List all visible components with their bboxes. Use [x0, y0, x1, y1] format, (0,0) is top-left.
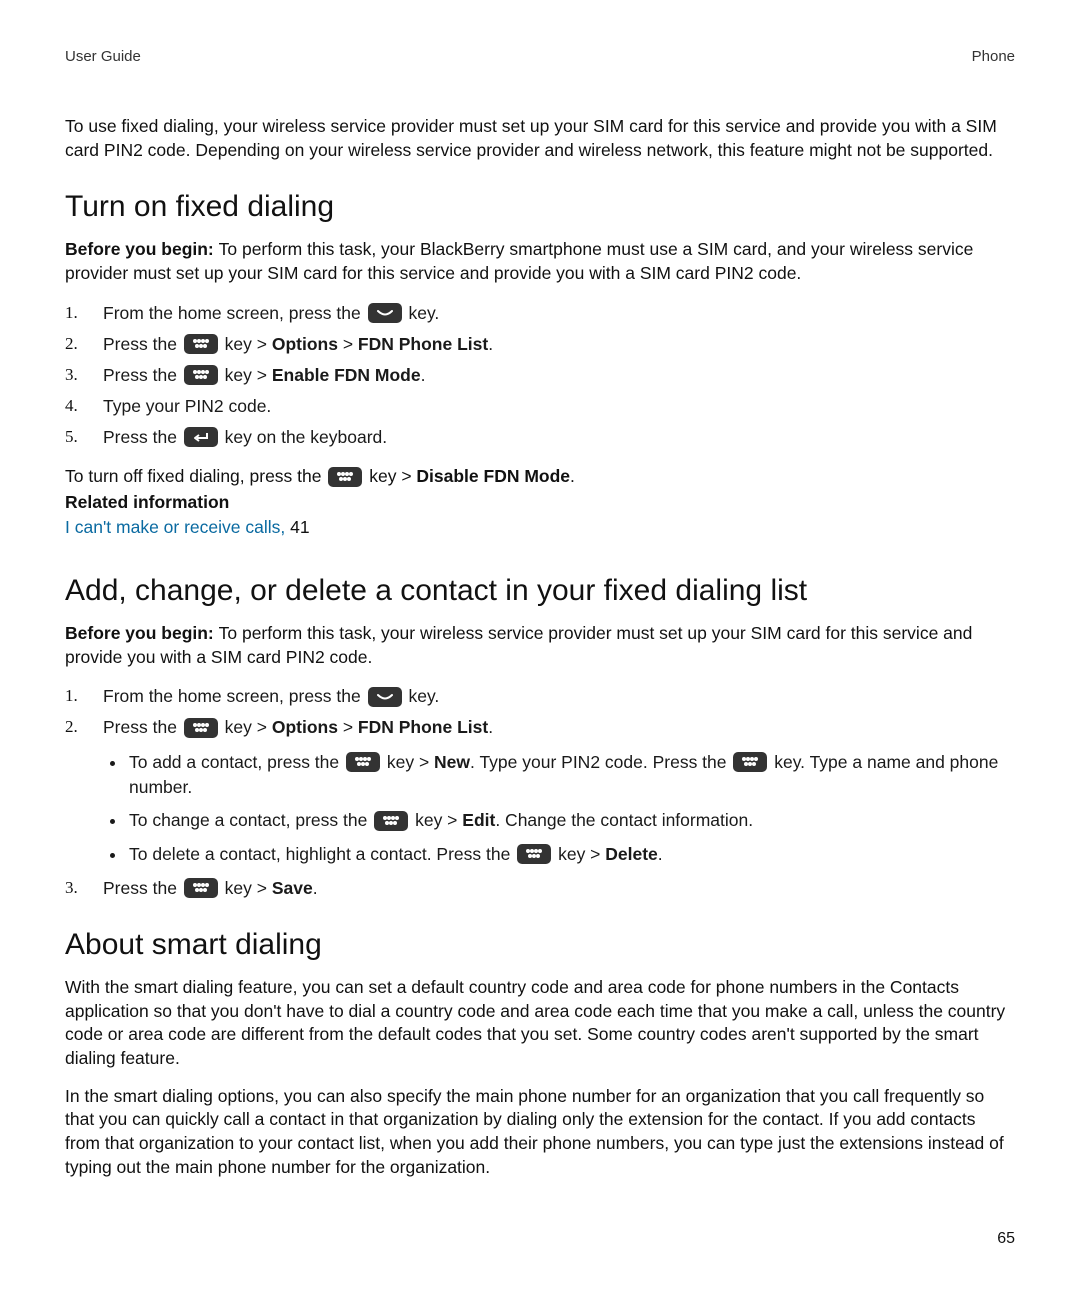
section2-bullet-add: To add a contact, press the key > New. T…	[127, 750, 1015, 801]
section1-step-1: From the home screen, press the key.	[65, 300, 1015, 327]
menu-key-icon	[184, 365, 218, 385]
page-number: 65	[997, 1230, 1015, 1248]
section2-step-1: From the home screen, press the key.	[65, 683, 1015, 710]
before-label: Before you begin:	[65, 239, 219, 259]
menu-key-icon	[346, 752, 380, 772]
enter-key-icon	[184, 427, 218, 447]
section1-steps: From the home screen, press the key. Pre…	[65, 300, 1015, 452]
page: User Guide Phone To use fixed dialing, y…	[0, 0, 1080, 1296]
section1-before: Before you begin: To perform this task, …	[65, 238, 1015, 285]
section2-bullet-delete: To delete a contact, highlight a contact…	[127, 842, 1015, 867]
section3-title: About smart dialing	[65, 928, 1015, 962]
related-info-label: Related information	[65, 491, 1015, 515]
menu-key-icon	[184, 718, 218, 738]
section2-bullet-change: To change a contact, press the key > Edi…	[127, 808, 1015, 833]
section1-title: Turn on fixed dialing	[65, 190, 1015, 224]
section2-steps: From the home screen, press the key. Pre…	[65, 683, 1015, 902]
menu-key-icon	[733, 752, 767, 772]
menu-key-icon	[374, 811, 408, 831]
menu-key-icon	[184, 334, 218, 354]
related-link[interactable]: I can't make or receive calls,	[65, 517, 290, 537]
section1-step-3: Press the key > Enable FDN Mode.	[65, 362, 1015, 389]
section2-before: Before you begin: To perform this task, …	[65, 622, 1015, 669]
section1-step-5: Press the key on the keyboard.	[65, 424, 1015, 451]
before-label: Before you begin:	[65, 623, 219, 643]
section2-sublist: To add a contact, press the key > New. T…	[103, 750, 1015, 868]
related-info-link-line: I can't make or receive calls, 41	[65, 516, 1015, 540]
section3-p2: In the smart dialing options, you can al…	[65, 1085, 1015, 1180]
page-header: User Guide Phone	[65, 48, 1015, 65]
section1-turnoff: To turn off fixed dialing, press the key…	[65, 465, 1015, 489]
section3-p1: With the smart dialing feature, you can …	[65, 976, 1015, 1071]
section1-step-2: Press the key > Options > FDN Phone List…	[65, 331, 1015, 358]
section1-step-4: Type your PIN2 code.	[65, 393, 1015, 420]
header-right: Phone	[972, 48, 1015, 65]
call-key-icon	[368, 303, 402, 323]
section2-step-2: Press the key > Options > FDN Phone List…	[65, 714, 1015, 867]
section2-step-3: Press the key > Save.	[65, 875, 1015, 902]
call-key-icon	[368, 687, 402, 707]
menu-key-icon	[517, 844, 551, 864]
intro-paragraph: To use fixed dialing, your wireless serv…	[65, 115, 1015, 162]
section2-title: Add, change, or delete a contact in your…	[65, 574, 1015, 608]
menu-key-icon	[328, 467, 362, 487]
header-left: User Guide	[65, 48, 141, 65]
menu-key-icon	[184, 878, 218, 898]
